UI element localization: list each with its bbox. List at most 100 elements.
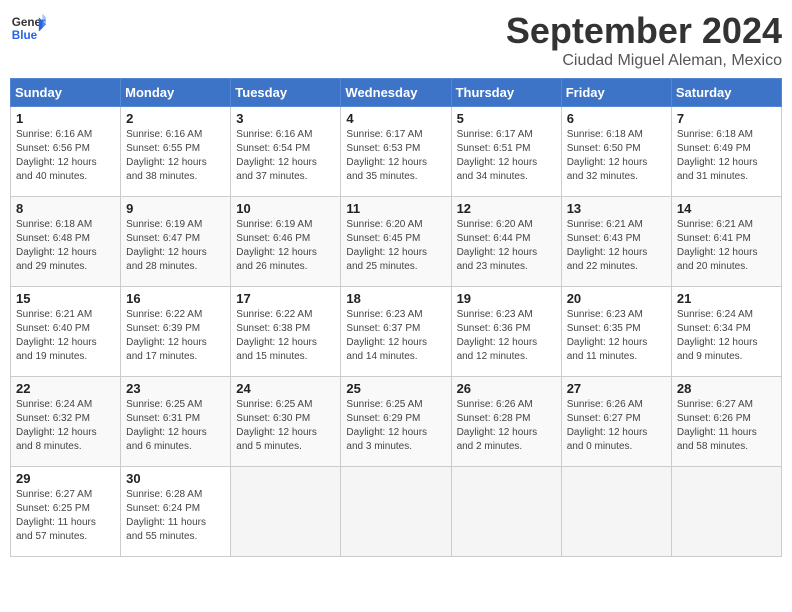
logo: General Blue General Blue: [10, 10, 46, 46]
calendar-cell: 22 Sunrise: 6:24 AMSunset: 6:32 PMDaylig…: [11, 377, 121, 467]
cell-text: Sunrise: 6:24 AMSunset: 6:34 PMDaylight:…: [677, 309, 758, 362]
calendar-cell: 26 Sunrise: 6:26 AMSunset: 6:28 PMDaylig…: [451, 377, 561, 467]
cell-text: Sunrise: 6:21 AMSunset: 6:41 PMDaylight:…: [677, 219, 758, 272]
calendar-cell: 27 Sunrise: 6:26 AMSunset: 6:27 PMDaylig…: [561, 377, 671, 467]
weekday-monday: Monday: [121, 79, 231, 107]
calendar-cell: 24 Sunrise: 6:25 AMSunset: 6:30 PMDaylig…: [231, 377, 341, 467]
cell-text: Sunrise: 6:23 AMSunset: 6:35 PMDaylight:…: [567, 309, 648, 362]
cell-text: Sunrise: 6:18 AMSunset: 6:50 PMDaylight:…: [567, 129, 648, 182]
calendar-cell: 6 Sunrise: 6:18 AMSunset: 6:50 PMDayligh…: [561, 107, 671, 197]
day-number: 17: [236, 291, 335, 306]
week-row-5: 29 Sunrise: 6:27 AMSunset: 6:25 PMDaylig…: [11, 467, 782, 557]
calendar-cell: 1 Sunrise: 6:16 AMSunset: 6:56 PMDayligh…: [11, 107, 121, 197]
month-title: September 2024: [506, 10, 782, 52]
day-number: 11: [346, 201, 445, 216]
calendar-cell: 8 Sunrise: 6:18 AMSunset: 6:48 PMDayligh…: [11, 197, 121, 287]
day-number: 9: [126, 201, 225, 216]
calendar-cell: [231, 467, 341, 557]
cell-text: Sunrise: 6:22 AMSunset: 6:39 PMDaylight:…: [126, 309, 207, 362]
cell-text: Sunrise: 6:26 AMSunset: 6:28 PMDaylight:…: [457, 399, 538, 452]
day-number: 21: [677, 291, 776, 306]
day-number: 2: [126, 111, 225, 126]
cell-text: Sunrise: 6:23 AMSunset: 6:37 PMDaylight:…: [346, 309, 427, 362]
cell-text: Sunrise: 6:20 AMSunset: 6:45 PMDaylight:…: [346, 219, 427, 272]
calendar-cell: [451, 467, 561, 557]
cell-text: Sunrise: 6:17 AMSunset: 6:53 PMDaylight:…: [346, 129, 427, 182]
day-number: 6: [567, 111, 666, 126]
calendar-cell: 19 Sunrise: 6:23 AMSunset: 6:36 PMDaylig…: [451, 287, 561, 377]
day-number: 4: [346, 111, 445, 126]
calendar-cell: 7 Sunrise: 6:18 AMSunset: 6:49 PMDayligh…: [671, 107, 781, 197]
svg-text:Blue: Blue: [12, 29, 38, 42]
calendar-cell: 28 Sunrise: 6:27 AMSunset: 6:26 PMDaylig…: [671, 377, 781, 467]
calendar-cell: 10 Sunrise: 6:19 AMSunset: 6:46 PMDaylig…: [231, 197, 341, 287]
calendar-table: SundayMondayTuesdayWednesdayThursdayFrid…: [10, 78, 782, 557]
calendar-cell: 25 Sunrise: 6:25 AMSunset: 6:29 PMDaylig…: [341, 377, 451, 467]
day-number: 12: [457, 201, 556, 216]
day-number: 19: [457, 291, 556, 306]
weekday-sunday: Sunday: [11, 79, 121, 107]
day-number: 23: [126, 381, 225, 396]
calendar-cell: 11 Sunrise: 6:20 AMSunset: 6:45 PMDaylig…: [341, 197, 451, 287]
cell-text: Sunrise: 6:21 AMSunset: 6:43 PMDaylight:…: [567, 219, 648, 272]
cell-text: Sunrise: 6:25 AMSunset: 6:31 PMDaylight:…: [126, 399, 207, 452]
calendar-cell: 17 Sunrise: 6:22 AMSunset: 6:38 PMDaylig…: [231, 287, 341, 377]
weekday-friday: Friday: [561, 79, 671, 107]
calendar-cell: 18 Sunrise: 6:23 AMSunset: 6:37 PMDaylig…: [341, 287, 451, 377]
week-row-1: 1 Sunrise: 6:16 AMSunset: 6:56 PMDayligh…: [11, 107, 782, 197]
day-number: 15: [16, 291, 115, 306]
calendar-cell: 3 Sunrise: 6:16 AMSunset: 6:54 PMDayligh…: [231, 107, 341, 197]
calendar-cell: [561, 467, 671, 557]
calendar-cell: 21 Sunrise: 6:24 AMSunset: 6:34 PMDaylig…: [671, 287, 781, 377]
calendar-cell: 4 Sunrise: 6:17 AMSunset: 6:53 PMDayligh…: [341, 107, 451, 197]
cell-text: Sunrise: 6:16 AMSunset: 6:56 PMDaylight:…: [16, 129, 97, 182]
cell-text: Sunrise: 6:24 AMSunset: 6:32 PMDaylight:…: [16, 399, 97, 452]
calendar-cell: 30 Sunrise: 6:28 AMSunset: 6:24 PMDaylig…: [121, 467, 231, 557]
weekday-saturday: Saturday: [671, 79, 781, 107]
cell-text: Sunrise: 6:18 AMSunset: 6:49 PMDaylight:…: [677, 129, 758, 182]
cell-text: Sunrise: 6:19 AMSunset: 6:47 PMDaylight:…: [126, 219, 207, 272]
cell-text: Sunrise: 6:19 AMSunset: 6:46 PMDaylight:…: [236, 219, 317, 272]
week-row-4: 22 Sunrise: 6:24 AMSunset: 6:32 PMDaylig…: [11, 377, 782, 467]
weekday-wednesday: Wednesday: [341, 79, 451, 107]
calendar-cell: 16 Sunrise: 6:22 AMSunset: 6:39 PMDaylig…: [121, 287, 231, 377]
day-number: 29: [16, 471, 115, 486]
logo-icon: General Blue: [10, 10, 46, 46]
day-number: 28: [677, 381, 776, 396]
cell-text: Sunrise: 6:16 AMSunset: 6:54 PMDaylight:…: [236, 129, 317, 182]
week-row-2: 8 Sunrise: 6:18 AMSunset: 6:48 PMDayligh…: [11, 197, 782, 287]
calendar-cell: 13 Sunrise: 6:21 AMSunset: 6:43 PMDaylig…: [561, 197, 671, 287]
calendar-cell: 20 Sunrise: 6:23 AMSunset: 6:35 PMDaylig…: [561, 287, 671, 377]
day-number: 20: [567, 291, 666, 306]
cell-text: Sunrise: 6:23 AMSunset: 6:36 PMDaylight:…: [457, 309, 538, 362]
day-number: 1: [16, 111, 115, 126]
weekday-tuesday: Tuesday: [231, 79, 341, 107]
cell-text: Sunrise: 6:27 AMSunset: 6:26 PMDaylight:…: [677, 399, 757, 452]
calendar-cell: 15 Sunrise: 6:21 AMSunset: 6:40 PMDaylig…: [11, 287, 121, 377]
calendar-cell: [341, 467, 451, 557]
calendar-cell: [671, 467, 781, 557]
weekday-thursday: Thursday: [451, 79, 561, 107]
day-number: 14: [677, 201, 776, 216]
day-number: 5: [457, 111, 556, 126]
calendar-cell: 29 Sunrise: 6:27 AMSunset: 6:25 PMDaylig…: [11, 467, 121, 557]
day-number: 3: [236, 111, 335, 126]
title-area: September 2024 Ciudad Miguel Aleman, Mex…: [506, 10, 782, 70]
day-number: 10: [236, 201, 335, 216]
cell-text: Sunrise: 6:25 AMSunset: 6:29 PMDaylight:…: [346, 399, 427, 452]
cell-text: Sunrise: 6:17 AMSunset: 6:51 PMDaylight:…: [457, 129, 538, 182]
cell-text: Sunrise: 6:25 AMSunset: 6:30 PMDaylight:…: [236, 399, 317, 452]
calendar-cell: 9 Sunrise: 6:19 AMSunset: 6:47 PMDayligh…: [121, 197, 231, 287]
header: General Blue General Blue September 2024…: [10, 10, 782, 70]
cell-text: Sunrise: 6:26 AMSunset: 6:27 PMDaylight:…: [567, 399, 648, 452]
day-number: 22: [16, 381, 115, 396]
day-number: 7: [677, 111, 776, 126]
day-number: 30: [126, 471, 225, 486]
cell-text: Sunrise: 6:22 AMSunset: 6:38 PMDaylight:…: [236, 309, 317, 362]
location-title: Ciudad Miguel Aleman, Mexico: [506, 52, 782, 70]
day-number: 13: [567, 201, 666, 216]
day-number: 26: [457, 381, 556, 396]
cell-text: Sunrise: 6:21 AMSunset: 6:40 PMDaylight:…: [16, 309, 97, 362]
calendar-cell: 12 Sunrise: 6:20 AMSunset: 6:44 PMDaylig…: [451, 197, 561, 287]
day-number: 27: [567, 381, 666, 396]
